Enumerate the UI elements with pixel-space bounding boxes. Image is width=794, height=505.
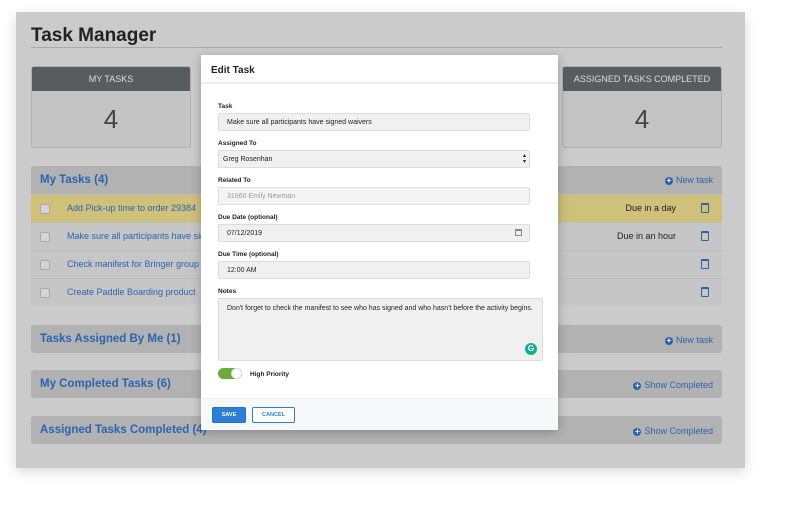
task-input[interactable]: Make sure all participants have signed w… [218, 113, 530, 131]
new-task-button[interactable]: + New task [664, 175, 713, 185]
stat-value: 4 [634, 104, 650, 134]
date-label: Due Date (optional) [218, 214, 278, 221]
section-title[interactable]: Assigned Tasks Completed (4) [40, 424, 207, 436]
checkbox[interactable] [40, 232, 50, 242]
due-text: Due in an hour [616, 231, 676, 241]
stat-label: MY TASKS [32, 67, 190, 91]
related-input: 31660 Emily Newman [218, 187, 530, 205]
plus-circle-icon: + [664, 176, 673, 185]
modal-footer: SAVE CANCEL [201, 398, 558, 430]
checkbox[interactable] [40, 260, 50, 270]
new-task-button[interactable]: + New task [664, 335, 713, 345]
select-arrows-icon: ▴ ▾ [522, 153, 526, 165]
plus-circle-icon: + [633, 381, 642, 390]
grammarly-icon[interactable]: G [525, 343, 537, 355]
edit-task-modal: Edit Task Task Make sure all participant… [201, 55, 558, 430]
section-title[interactable]: My Tasks (4) [40, 174, 108, 186]
task-link[interactable]: Make sure all participants have signe [67, 231, 215, 241]
show-completed-button[interactable]: + Show Completed [633, 380, 713, 390]
priority-label: High Priority [250, 371, 290, 378]
task-label: Task [218, 103, 233, 110]
section-title[interactable]: My Completed Tasks (6) [40, 378, 171, 390]
task-link[interactable]: Add Pick-up time to order 29384 [67, 203, 196, 213]
due-date-input[interactable]: 07/12/2019 [218, 224, 530, 242]
cancel-button[interactable]: CANCEL [252, 407, 295, 423]
show-completed-button[interactable]: + Show Completed [633, 426, 713, 436]
toggle-knob [231, 368, 242, 379]
trash-icon[interactable] [701, 259, 709, 269]
page-title: Task Manager [31, 25, 157, 46]
stat-value: 4 [103, 104, 119, 134]
due-time-input[interactable]: 12:00 AM [218, 261, 530, 279]
notes-textarea[interactable]: Don't forget to check the manifest to se… [218, 298, 543, 361]
assigned-label: Assigned To [218, 140, 257, 147]
checkbox[interactable] [40, 204, 50, 214]
stat-card-assigned-completed: ASSIGNED TASKS COMPLETED 4 [562, 66, 722, 148]
plus-circle-icon: + [664, 336, 673, 345]
trash-icon[interactable] [701, 203, 709, 213]
section-title[interactable]: Tasks Assigned By Me (1) [40, 333, 181, 345]
save-button[interactable]: SAVE [212, 407, 246, 423]
stat-label: ASSIGNED TASKS COMPLETED [563, 67, 721, 91]
trash-icon[interactable] [701, 231, 709, 241]
modal-title: Edit Task [201, 55, 558, 84]
related-label: Related To [218, 177, 251, 184]
plus-circle-icon: + [633, 427, 642, 436]
stat-card-my-tasks: MY TASKS 4 [31, 66, 191, 148]
task-link[interactable]: Check manifest for Bringer group [67, 259, 199, 269]
assigned-select[interactable]: Greg Rosenhan ▴ ▾ [218, 150, 530, 168]
due-text: Due in a day [625, 203, 676, 213]
trash-icon[interactable] [701, 287, 709, 297]
checkbox[interactable] [40, 288, 50, 298]
high-priority-toggle[interactable] [218, 368, 242, 379]
divider [31, 47, 722, 48]
time-label: Due Time (optional) [218, 251, 279, 258]
task-link[interactable]: Create Paddle Boarding product [67, 287, 196, 297]
calendar-icon[interactable] [515, 229, 522, 236]
notes-label: Notes [218, 288, 237, 295]
